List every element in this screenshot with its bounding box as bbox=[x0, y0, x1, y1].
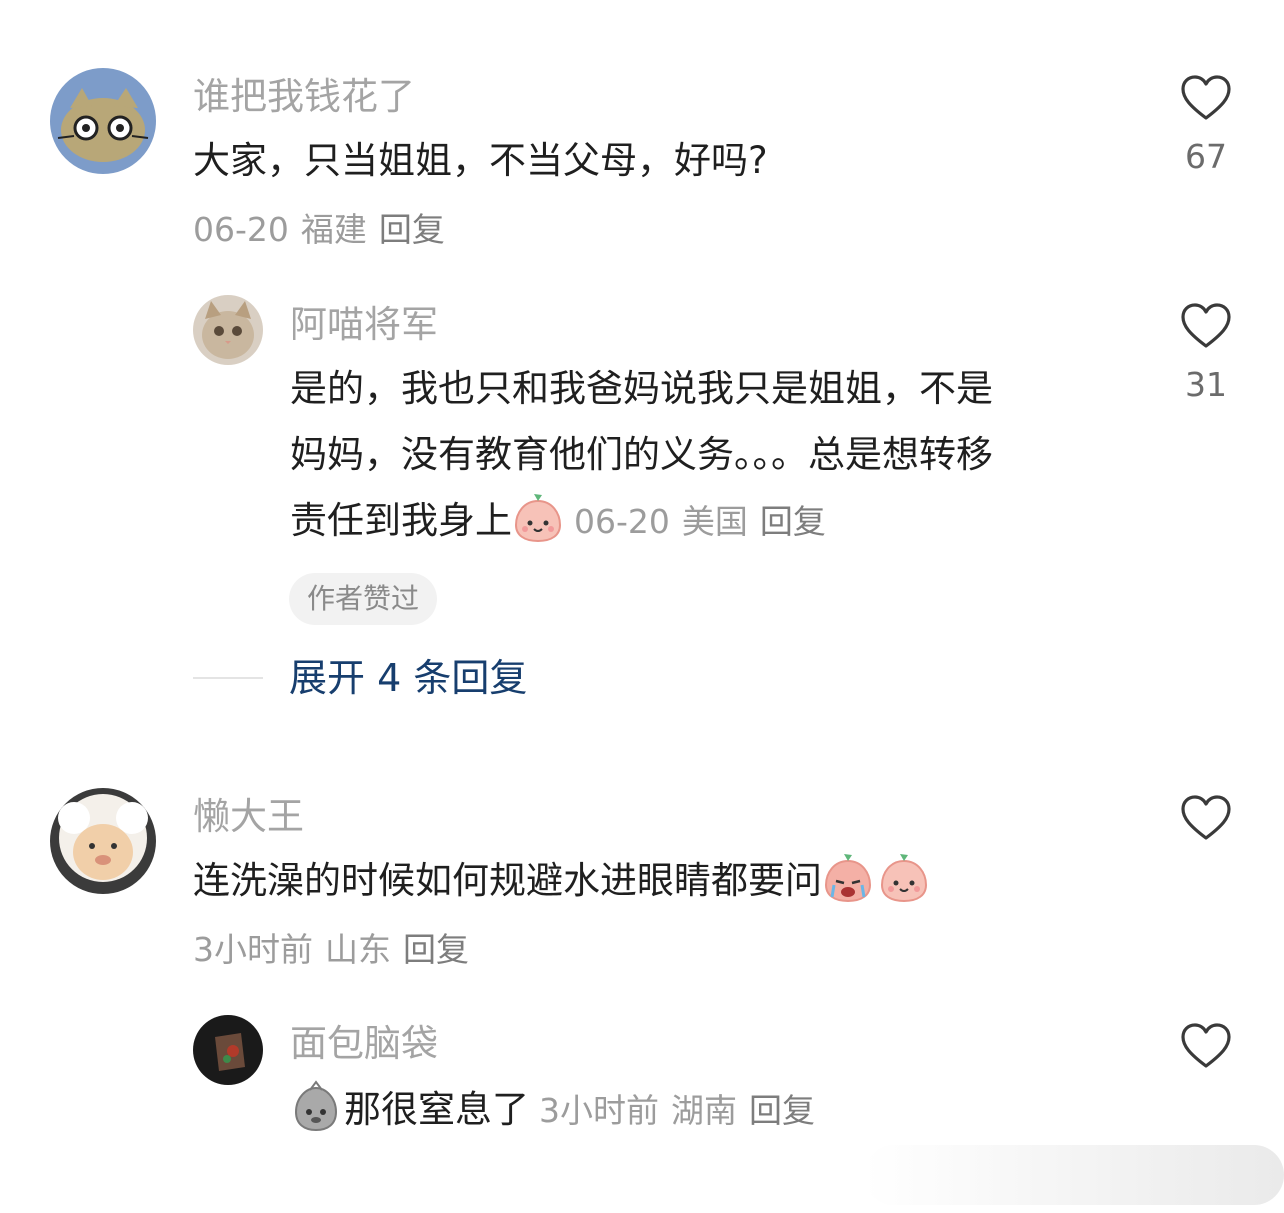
reply-button[interactable]: 回复 bbox=[403, 930, 469, 969]
comment-date: 06-20 bbox=[193, 210, 289, 249]
comment-meta: 06-20 福建 回复 bbox=[193, 213, 457, 246]
comment-text-body: 连洗澡的时候如何规避水进眼睛都要问 bbox=[193, 859, 822, 902]
reply-button[interactable]: 回复 bbox=[749, 1091, 815, 1130]
avatar[interactable] bbox=[193, 295, 263, 365]
comment-text: 是的，我也只和我爸妈说我只是姐姐，不是 妈妈，没有教育他们的义务。。。总是想转移… bbox=[290, 356, 1150, 555]
comment-location: 湖南 bbox=[671, 1091, 737, 1130]
avatar[interactable] bbox=[50, 788, 156, 894]
username[interactable]: 面包脑袋 bbox=[290, 1025, 438, 1062]
comment-meta: 06-20 美国 回复 bbox=[574, 502, 838, 541]
comment-text: 连洗澡的时候如何规避水进眼睛都要问 bbox=[193, 848, 930, 914]
like-button[interactable]: 31 bbox=[1166, 302, 1246, 401]
like-button[interactable]: 67 bbox=[1166, 74, 1246, 173]
peach-smile-emoji bbox=[512, 491, 564, 543]
comment-date: 3小时前 bbox=[193, 930, 313, 969]
reply-button[interactable]: 回复 bbox=[379, 210, 445, 249]
comment-text: 那很窒息了 3小时前 湖南 回复 bbox=[290, 1077, 827, 1144]
like-button[interactable] bbox=[1166, 794, 1246, 842]
comment-date: 3小时前 bbox=[539, 1091, 659, 1130]
comment-text-line: 是的，我也只和我爸妈说我只是姐姐，不是 bbox=[290, 367, 993, 410]
peach-smile-emoji bbox=[878, 851, 930, 903]
author-liked-badge: 作者赞过 bbox=[289, 573, 438, 625]
comment-text-line: 妈妈，没有教育他们的义务。。。总是想转移 bbox=[290, 433, 993, 476]
username[interactable]: 阿喵将军 bbox=[290, 306, 438, 343]
like-count: 31 bbox=[1185, 365, 1227, 404]
heart-outline-icon bbox=[1181, 75, 1231, 120]
username[interactable]: 谁把我钱花了 bbox=[193, 78, 415, 115]
comment-text-body: 那很窒息了 bbox=[344, 1088, 529, 1131]
avatar[interactable] bbox=[193, 1015, 263, 1085]
avatar[interactable] bbox=[50, 68, 156, 174]
peach-cry-emoji bbox=[822, 851, 874, 903]
sheep-avatar-icon bbox=[50, 788, 156, 894]
comment-text-line-3: 责任到我身上 bbox=[290, 499, 512, 542]
cat-photo-avatar-icon bbox=[193, 295, 263, 365]
heart-outline-icon bbox=[1181, 795, 1231, 840]
dark-photo-avatar-icon bbox=[193, 1015, 263, 1085]
comment-text-line: 责任到我身上 06-20 美国 回复 bbox=[290, 488, 1150, 555]
reply-button[interactable]: 回复 bbox=[760, 502, 826, 541]
expand-replies-button[interactable]: 展开 4 条回复 bbox=[289, 659, 527, 697]
comment-text: 大家，只当姐姐，不当父母，好吗? bbox=[193, 139, 768, 182]
like-count: 67 bbox=[1185, 137, 1227, 176]
divider bbox=[193, 677, 263, 679]
heart-outline-icon bbox=[1181, 1023, 1231, 1068]
cat-avatar-icon bbox=[50, 68, 156, 174]
comment-location: 福建 bbox=[300, 210, 367, 249]
comment-date: 06-20 bbox=[574, 502, 670, 541]
comment-location: 山东 bbox=[325, 930, 391, 969]
comment-meta: 3小时前 山东 回复 bbox=[193, 933, 481, 966]
like-button[interactable] bbox=[1166, 1022, 1246, 1070]
comment-meta: 3小时前 湖南 回复 bbox=[539, 1091, 827, 1130]
comment-location: 美国 bbox=[681, 502, 748, 541]
watermark bbox=[864, 1145, 1284, 1205]
heart-outline-icon bbox=[1181, 303, 1231, 348]
username[interactable]: 懒大王 bbox=[193, 798, 304, 835]
bag-face-emoji bbox=[290, 1080, 342, 1132]
